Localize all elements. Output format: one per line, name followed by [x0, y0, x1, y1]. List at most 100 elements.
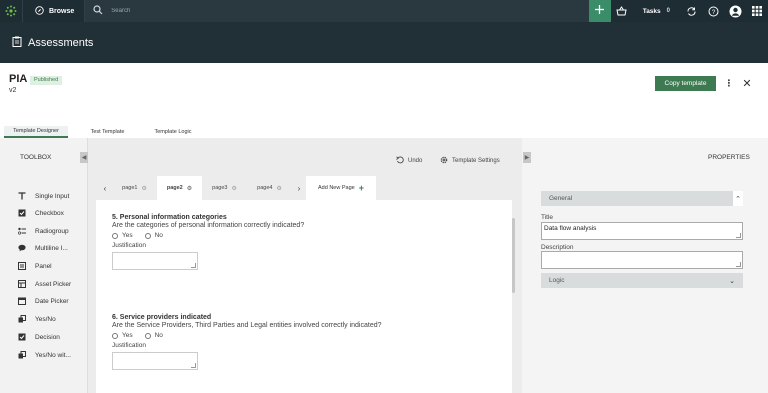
- radio-yes[interactable]: Yes: [112, 232, 133, 239]
- comment-icon: [18, 244, 26, 252]
- description-field-label: Description: [541, 244, 574, 251]
- radio-circle: [112, 232, 118, 239]
- gear-icon: [440, 156, 448, 166]
- radio-label: No: [154, 232, 163, 239]
- tasks-label: Tasks: [642, 7, 661, 15]
- collapse-properties-button[interactable]: ▶: [523, 152, 531, 163]
- question-text: Are the Service Providers, Third Parties…: [112, 322, 382, 329]
- page-tabs: ‹ page1 ⚙ page2 ⚙ page3 ⚙ page4 ⚙ › Add …: [98, 176, 390, 200]
- more-options-icon[interactable]: ⋮: [724, 76, 734, 91]
- toolbox-item-panel[interactable]: Panel: [18, 260, 52, 272]
- tab-page3[interactable]: page3 ⚙: [202, 176, 247, 200]
- template-settings-label: Template Settings: [452, 158, 500, 164]
- toolbox-item-label: Radiogroup: [35, 227, 69, 235]
- gear-icon[interactable]: ⚙: [276, 185, 281, 192]
- properties-title: PROPERTIES: [708, 154, 750, 161]
- logic-section-header[interactable]: Logic ⌄: [541, 273, 743, 288]
- radio-circle: [144, 232, 151, 239]
- title-field[interactable]: Data flow analysis: [541, 222, 743, 240]
- browse-label: Browse: [49, 7, 75, 15]
- search-icon: [93, 2, 103, 20]
- checkbox-icon: [18, 209, 26, 217]
- panel-icon: [18, 262, 26, 270]
- gear-icon[interactable]: ⚙: [141, 185, 146, 192]
- toolbox-panel: TOOLBOX ◀ Single Input Checkbox Radiogro…: [0, 138, 88, 393]
- prev-page-icon[interactable]: ‹: [98, 176, 112, 200]
- copy-template-button[interactable]: Copy template: [655, 76, 716, 91]
- app-logo-icon[interactable]: [0, 0, 22, 22]
- template-settings-button[interactable]: Template Settings: [440, 156, 500, 166]
- question-personal-information-categories[interactable]: 5. Personal information categories Are t…: [112, 214, 304, 270]
- toolbox-item-label: Single Input: [35, 192, 70, 200]
- toolbox-item-yes-no[interactable]: Yes/No: [18, 313, 56, 325]
- collapse-toolbox-button[interactable]: ◀: [80, 152, 88, 163]
- toolbox-item-label: Decision: [35, 333, 60, 341]
- general-section-label: General: [549, 195, 573, 202]
- basket-icon[interactable]: [611, 0, 633, 22]
- general-section-header[interactable]: General ⌃: [541, 191, 743, 206]
- toolbox-item-decision[interactable]: Decision: [18, 331, 60, 343]
- radio-yes[interactable]: Yes: [112, 332, 133, 339]
- search-bar: [85, 0, 589, 22]
- toolbox-item-label: Panel: [35, 262, 52, 270]
- search-input[interactable]: [111, 8, 412, 14]
- gear-icon[interactable]: ⚙: [187, 185, 192, 192]
- tab-test-template[interactable]: Test Template: [80, 126, 135, 138]
- chevron-up-icon[interactable]: ⌃: [733, 191, 743, 206]
- radiogroup-icon: [18, 227, 26, 235]
- tab-page4[interactable]: page4 ⚙: [247, 176, 292, 200]
- tab-page2[interactable]: page2 ⚙: [157, 176, 202, 200]
- template-header: PIA Published v2 Copy template ⋮ ✕: [0, 63, 768, 106]
- toolbox-item-label: Yes/No: [35, 315, 56, 323]
- undo-label: Undo: [408, 158, 423, 164]
- toolbox-item-checkbox[interactable]: Checkbox: [18, 207, 64, 219]
- justification-input[interactable]: [112, 352, 198, 370]
- sync-icon[interactable]: [680, 0, 702, 22]
- apps-grid-icon[interactable]: [746, 0, 768, 22]
- undo-button[interactable]: Undo: [396, 156, 422, 166]
- create-button[interactable]: [588, 0, 611, 22]
- toolbox-item-label: Asset Picker: [35, 280, 72, 288]
- chevron-down-icon: ⌄: [729, 277, 735, 285]
- question-title: 6. Service providers indicated: [112, 314, 212, 321]
- toolbox-item-label: Multiline I...: [35, 244, 68, 252]
- justification-input[interactable]: [112, 252, 198, 270]
- close-icon[interactable]: ✕: [740, 76, 754, 91]
- template-version: v2: [9, 87, 17, 94]
- toolbox-item-asset-picker[interactable]: Asset Picker: [18, 278, 71, 290]
- calendar-icon: [18, 297, 26, 305]
- asset-icon: [18, 280, 26, 288]
- radio-circle: [112, 332, 118, 339]
- gear-icon[interactable]: ⚙: [231, 185, 236, 192]
- tab-template-logic[interactable]: Template Logic: [144, 126, 202, 138]
- question-service-providers-indicated[interactable]: 6. Service providers indicated Are the S…: [112, 314, 382, 370]
- designer-tabs: Template Designer Test Template Template…: [0, 106, 768, 138]
- browse-button[interactable]: Browse: [22, 0, 86, 22]
- tab-page1[interactable]: page1 ⚙: [112, 176, 157, 200]
- toolbox-item-yes-no-with[interactable]: Yes/No wit...: [18, 349, 71, 361]
- question-title: 5. Personal information categories: [112, 214, 227, 221]
- radio-group: Yes No: [112, 332, 382, 339]
- next-page-icon[interactable]: ›: [292, 176, 306, 200]
- add-new-page-button[interactable]: Add New Page +: [306, 176, 376, 200]
- tab-template-designer[interactable]: Template Designer: [4, 126, 68, 138]
- radio-no[interactable]: No: [144, 332, 163, 339]
- help-icon[interactable]: ?: [702, 0, 724, 22]
- title-field-label: Title: [541, 214, 554, 221]
- module-header: Assessments: [0, 22, 768, 63]
- radio-label: Yes: [122, 232, 133, 239]
- compass-icon: [35, 5, 44, 17]
- page-tab-label: page3: [212, 185, 228, 191]
- toolbox-item-multiline[interactable]: Multiline I...: [18, 242, 68, 254]
- toolbox-item-date-picker[interactable]: Date Picker: [18, 295, 69, 307]
- plus-icon: [594, 2, 605, 20]
- canvas-scrollbar[interactable]: [512, 218, 515, 293]
- status-badge: Published: [30, 76, 63, 85]
- radio-no[interactable]: No: [144, 232, 163, 239]
- toolbox-item-single-input[interactable]: Single Input: [18, 190, 69, 202]
- toolbox-item-radiogroup[interactable]: Radiogroup: [18, 225, 69, 237]
- description-field[interactable]: [541, 251, 743, 269]
- toolbox-item-label: Date Picker: [35, 297, 69, 305]
- tasks-button[interactable]: Tasks 0: [633, 0, 680, 22]
- user-avatar-icon[interactable]: [724, 0, 746, 22]
